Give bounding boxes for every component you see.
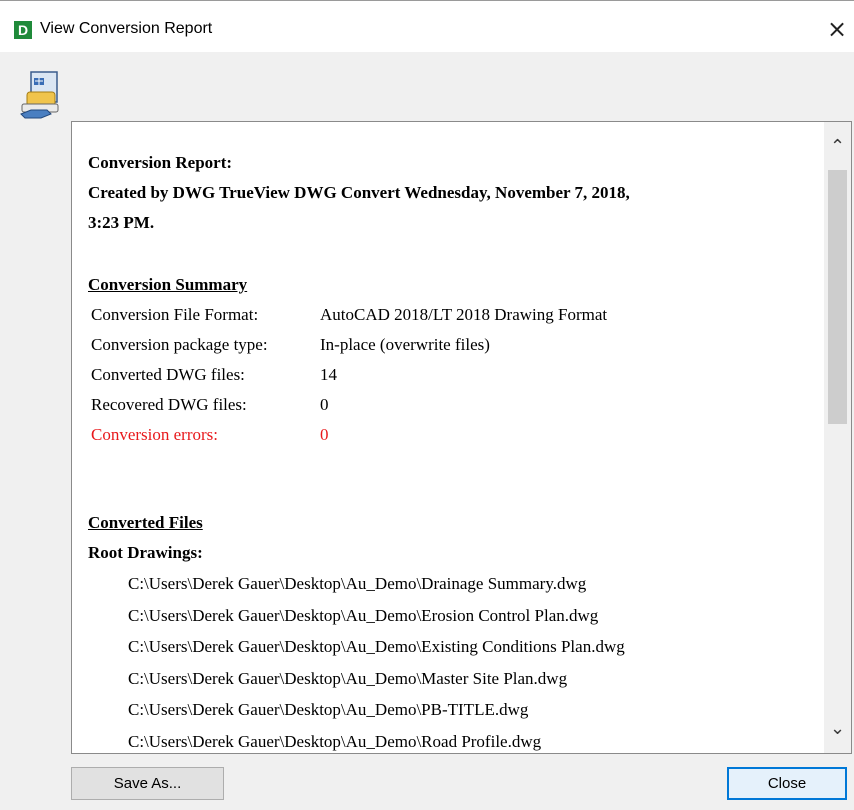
scroll-up-icon[interactable]: ⌃ (824, 132, 851, 162)
file-path: C:\Users\Derek Gauer\Desktop\Au_Demo\Dra… (128, 574, 587, 593)
summary-label: Conversion package type: (91, 335, 268, 354)
summary-row-errors: Conversion errors: 0 (91, 420, 815, 450)
vertical-scrollbar[interactable]: ⌃ ⌄ (824, 122, 851, 753)
dwg-trueview-icon: D (14, 21, 32, 39)
summary-value: 0 (320, 425, 329, 444)
report-viewer[interactable]: Conversion Report: Created by DWG TrueVi… (71, 121, 852, 754)
summary-label: Recovered DWG files: (91, 395, 247, 414)
root-drawings-label: Root Drawings: (88, 543, 203, 562)
close-button[interactable]: Close (727, 767, 847, 800)
file-path: C:\Users\Derek Gauer\Desktop\Au_Demo\Mas… (128, 668, 568, 688)
summary-row: Conversion package type: In-place (overw… (91, 330, 815, 360)
summary-value: AutoCAD 2018/LT 2018 Drawing Format (320, 305, 608, 324)
scrollbar-thumb[interactable] (828, 170, 847, 424)
report-document-icon (20, 71, 59, 119)
summary-label: Conversion File Format: (91, 305, 259, 324)
report-heading: Conversion Report: (88, 153, 233, 172)
file-path: C:\Users\Derek Gauer\Desktop\Au_Demo\PB-… (128, 700, 529, 719)
conversion-summary-title: Conversion Summary (88, 275, 248, 294)
report-created-by: Created by DWG TrueView DWG Convert Wedn… (88, 183, 630, 202)
file-path: C:\Users\Derek Gauer\Desktop\Au_Demo\Exi… (128, 637, 625, 656)
file-path: C:\Users\Derek Gauer\Desktop\Au_Demo\Ero… (128, 605, 599, 625)
converted-files-title: Converted Files (88, 513, 203, 532)
report-content: Conversion Report: Created by DWG TrueVi… (88, 148, 815, 753)
save-as-button[interactable]: Save As... (71, 767, 224, 800)
scroll-down-icon[interactable]: ⌄ (824, 714, 851, 744)
report-created-time: 3:23 PM. (88, 213, 155, 232)
summary-label: Conversion errors: (91, 425, 219, 444)
conversion-summary-table: Conversion File Format: AutoCAD 2018/LT … (91, 300, 815, 450)
summary-value: 14 (320, 365, 337, 384)
summary-label: Converted DWG files: (91, 365, 245, 384)
summary-row: Recovered DWG files: 0 (91, 390, 815, 420)
window-title: View Conversion Report (40, 20, 213, 37)
title-bar: D View Conversion Report × (0, 0, 854, 52)
file-path: C:\Users\Derek Gauer\Desktop\Au_Demo\Roa… (128, 731, 542, 751)
summary-value: 0 (320, 395, 329, 414)
close-icon[interactable]: × (824, 15, 850, 43)
summary-row: Conversion File Format: AutoCAD 2018/LT … (91, 300, 815, 330)
summary-value: In-place (overwrite files) (320, 335, 490, 354)
summary-row: Converted DWG files: 14 (91, 360, 815, 390)
